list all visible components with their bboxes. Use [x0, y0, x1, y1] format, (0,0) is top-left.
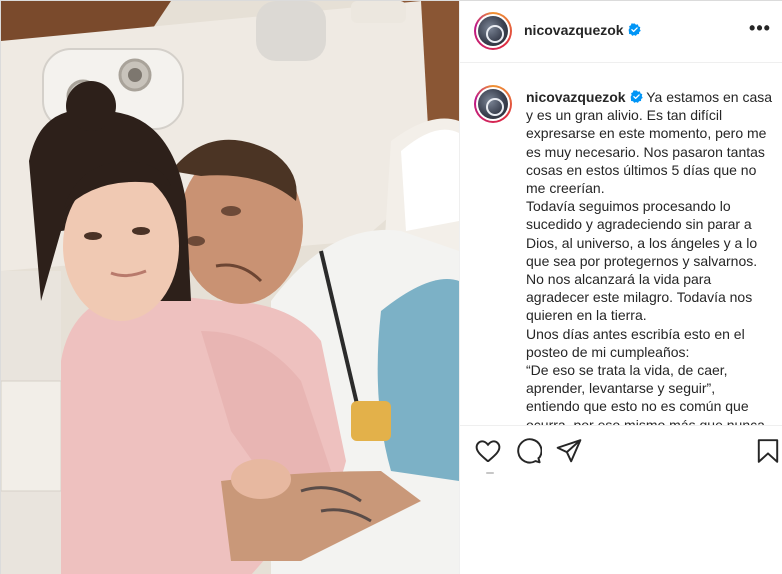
- header-avatar[interactable]: [474, 12, 512, 50]
- save-button[interactable]: [755, 438, 781, 464]
- caption-line: Todavía seguimos procesando lo: [526, 198, 731, 215]
- caption-line: ocurra, por eso mismo más que nunca: [526, 416, 765, 425]
- verified-badge-icon: [628, 23, 641, 36]
- caption-line: y es un gran alivio. Es tan difícil: [526, 107, 723, 124]
- caption-avatar[interactable]: [474, 85, 512, 123]
- caption-section: nicovazquezok Ya estamos en casa y es un…: [460, 63, 782, 425]
- comment-icon: [517, 438, 542, 464]
- like-button[interactable]: [475, 438, 501, 464]
- share-button[interactable]: [556, 438, 582, 464]
- verified-badge-icon: [630, 90, 643, 103]
- caption-line: entiendo que esto no es común que: [526, 398, 749, 415]
- caption-username[interactable]: nicovazquezok: [526, 89, 626, 105]
- header-username-text[interactable]: nicovazquezok: [524, 22, 624, 38]
- bookmark-icon: [757, 439, 779, 463]
- caption-line: agradecer este milagro. Todavía nos: [526, 289, 753, 306]
- caption-text: nicovazquezok Ya estamos en casa y es un…: [526, 88, 774, 425]
- post-image: [1, 1, 459, 574]
- caption-line: nicovazquezok Ya estamos en casa: [526, 88, 774, 106]
- caption-line: quieren en la tierra.: [526, 307, 647, 324]
- caption-line: Dios, al universo, a los ángeles y a lo: [526, 234, 758, 251]
- caption-line: es muy necesario. Nos pasaron tantas: [526, 143, 765, 160]
- header-username[interactable]: nicovazquezok: [524, 22, 641, 38]
- caption-line: sucedido y agradeciendo sin parar a: [526, 216, 752, 233]
- caption-line-text: Ya estamos en casa: [646, 89, 773, 105]
- comment-button[interactable]: [516, 438, 542, 464]
- caption-line: me creerían.: [526, 180, 605, 197]
- more-options-button[interactable]: •••: [748, 18, 772, 42]
- paper-plane-icon: [556, 439, 582, 463]
- loading-indicator: [486, 472, 494, 474]
- post-actions-bar: [460, 425, 782, 574]
- post-photo[interactable]: [1, 1, 459, 574]
- heart-icon: [475, 440, 501, 463]
- caption-line: expresarse en este momento, pero me: [526, 125, 767, 142]
- caption-line: posteo de mi cumpleaños:: [526, 343, 690, 360]
- caption-line: cosas en estos últimos 5 días que no: [526, 161, 757, 178]
- instagram-post-modal: nicovazquezok ••• nicovazquezok Ya estam…: [0, 0, 782, 574]
- caption-line: Unos días antes escribía esto en el: [526, 325, 745, 342]
- caption-line: que sea por protegernos y salvarnos.: [526, 252, 758, 269]
- caption-line: aprender, levantarse y seguir”,: [526, 380, 716, 397]
- post-header: nicovazquezok •••: [460, 1, 782, 63]
- post-side-panel: nicovazquezok ••• nicovazquezok Ya estam…: [459, 1, 782, 574]
- caption-line: “De eso se trata la vida, de caer,: [526, 362, 728, 379]
- caption-line: No nos alcanzará la vida para: [526, 271, 712, 288]
